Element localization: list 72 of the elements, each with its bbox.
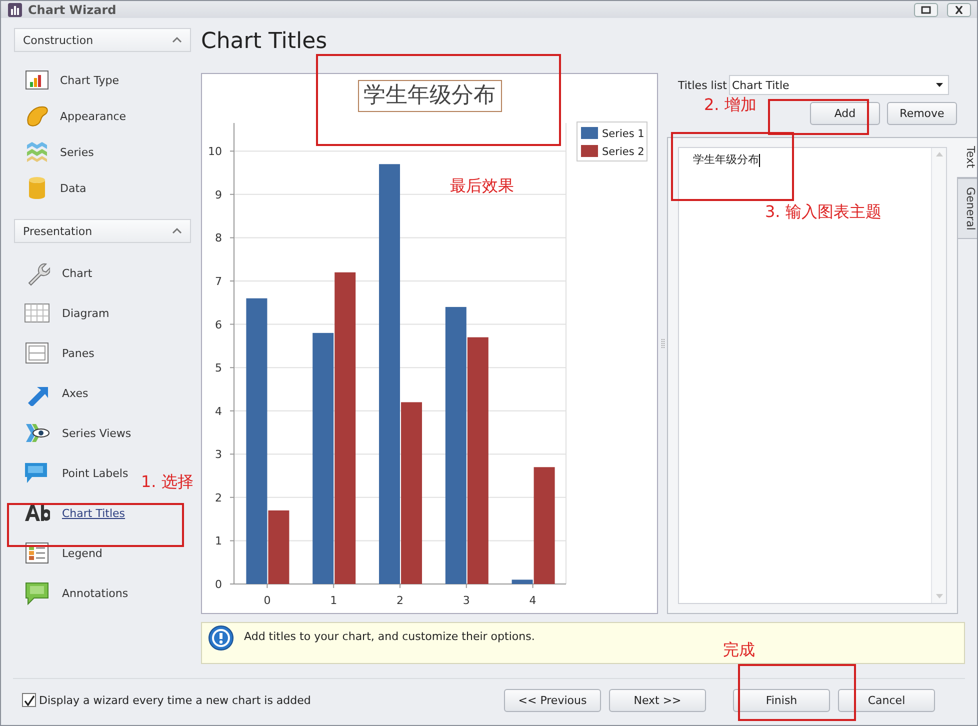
checkmark-icon	[24, 694, 34, 706]
info-icon	[208, 625, 234, 652]
previous-button[interactable]: << Previous	[504, 688, 601, 712]
annotation-text: 完成	[723, 640, 755, 661]
tab[interactable]: General	[958, 178, 977, 239]
cancel-button[interactable]: Cancel	[838, 688, 935, 712]
sidebar-item-icon	[24, 340, 50, 366]
x-tick-label: 2	[396, 594, 404, 608]
tab[interactable]: Text	[957, 137, 977, 178]
scrollbar[interactable]	[932, 148, 946, 604]
titles-list-dropdown[interactable]: Chart Title	[728, 75, 949, 96]
sidebar-item-icon	[24, 580, 50, 606]
sidebar-item[interactable]: Point Labels	[14, 453, 130, 494]
sidebar-item[interactable]: Legend	[14, 533, 104, 574]
y-tick-label: 0	[215, 578, 222, 592]
sidebar-item[interactable]: Series	[14, 134, 96, 170]
collapse-icon	[172, 227, 182, 236]
chart-title: 学生年级分布	[358, 80, 502, 112]
group-header[interactable]: Presentation	[14, 219, 191, 244]
x-tick-label: 3	[462, 594, 470, 608]
restore-button[interactable]	[914, 2, 938, 17]
sidebar-item[interactable]: Diagram	[14, 293, 112, 334]
annotation-text: 1. 选择	[141, 472, 194, 493]
sidebar-item[interactable]: Chart	[14, 253, 94, 294]
close-icon	[954, 6, 964, 14]
remove-button[interactable]: Remove	[887, 102, 957, 126]
collapse-icon	[172, 36, 182, 44]
next-button[interactable]: Next >>	[609, 688, 706, 712]
y-tick-label: 10	[208, 146, 222, 159]
legend-swatch	[581, 145, 598, 158]
y-tick-label: 7	[215, 275, 222, 288]
annotation-text: 2. 增加	[704, 95, 756, 116]
sidebar-item[interactable]: Chart Type	[14, 62, 121, 98]
add-button[interactable]: Add	[810, 102, 880, 126]
x-tick-label: 4	[529, 594, 536, 608]
titles-list-label: Titles list	[678, 78, 727, 92]
sidebar-item-icon	[24, 540, 50, 566]
scroll-down-icon	[936, 594, 942, 600]
group-header[interactable]: Construction	[14, 28, 191, 52]
x-tick-label: 0	[264, 594, 271, 608]
x-tick-label: 1	[330, 594, 338, 608]
splitter-grip-icon	[660, 338, 664, 349]
sidebar-item[interactable]: Series Views	[14, 413, 134, 454]
y-tick-label: 8	[215, 232, 222, 246]
y-tick-label: 2	[215, 492, 222, 505]
y-tick-label: 6	[215, 318, 222, 332]
sidebar-item[interactable]: Annotations	[14, 573, 130, 614]
annotation-text: 3. 输入图表主题	[765, 202, 882, 223]
legend-swatch	[581, 127, 598, 140]
y-tick-label: 5	[215, 362, 222, 375]
wizard-checkbox[interactable]: Display a wizard every time a new chart is added	[22, 693, 496, 708]
y-tick-label: 3	[215, 448, 222, 462]
page-heading: Chart Titles	[201, 28, 328, 56]
annotation-text: 最后效果	[450, 176, 514, 197]
sidebar-item[interactable]: Panes	[14, 333, 96, 374]
restore-icon	[921, 6, 931, 14]
y-tick-label: 9	[215, 188, 222, 202]
info-text: Add titles to your chart, and customize their options.	[244, 630, 535, 644]
finish-button[interactable]: Finish	[733, 688, 830, 712]
window-title: Chart Wizard	[28, 2, 118, 17]
y-tick-label: 4	[215, 405, 222, 418]
close-button[interactable]	[947, 2, 971, 17]
sidebar-item[interactable]: Chart Titles	[14, 493, 128, 534]
legend-label: Series 2	[602, 146, 644, 158]
dropdown-arrow-icon	[936, 82, 944, 88]
sidebar-item[interactable]: Axes	[14, 373, 90, 414]
legend-label: Series 1	[602, 128, 644, 140]
sidebar-item[interactable]: Appearance	[14, 98, 128, 134]
scroll-up-icon	[936, 152, 942, 158]
sidebar-item[interactable]: Data	[14, 170, 88, 206]
y-tick-label: 1	[215, 535, 222, 548]
app-icon	[7, 2, 23, 18]
